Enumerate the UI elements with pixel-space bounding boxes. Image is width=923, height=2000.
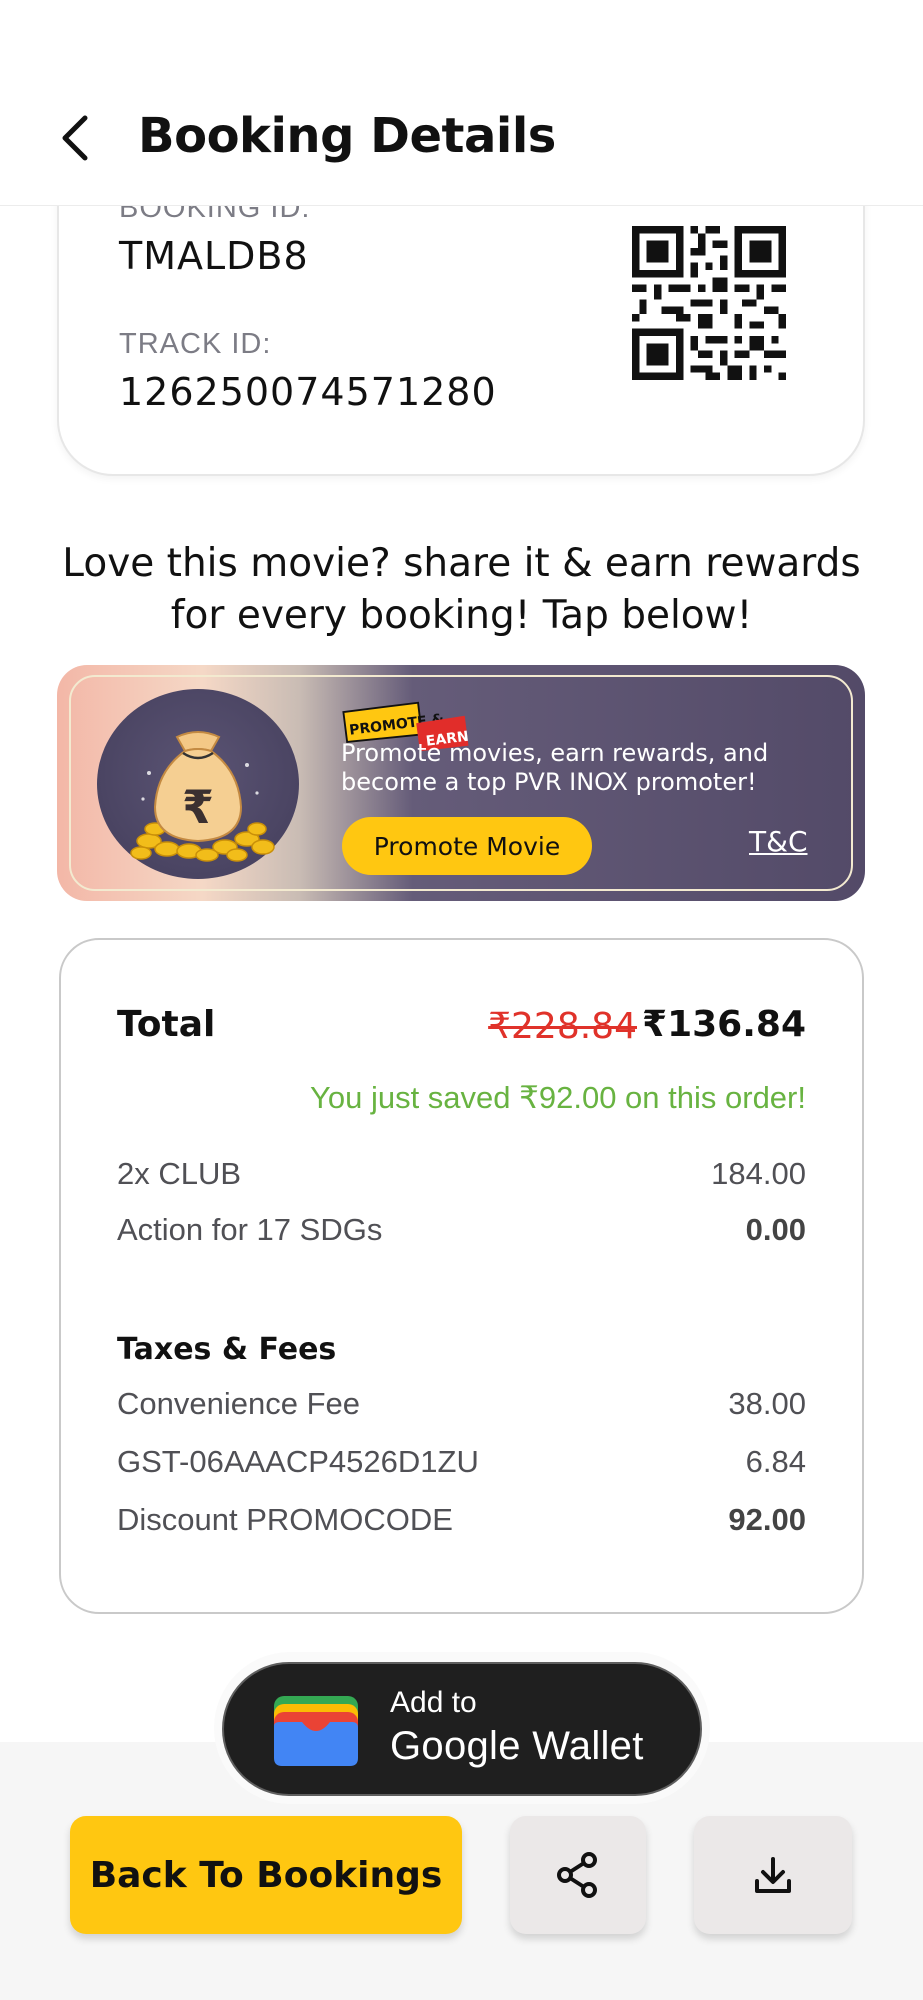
page-title: Booking Details: [138, 108, 556, 164]
fee-label: GST-06AAACP4526D1ZU: [117, 1444, 479, 1479]
terms-link[interactable]: T&C: [749, 825, 808, 858]
add-to-google-wallet-button[interactable]: Add to Google Wallet: [222, 1662, 702, 1796]
wallet-line2: Google Wallet: [390, 1724, 644, 1768]
download-icon: [755, 1857, 791, 1893]
fee-row: Convenience Fee 38.00: [117, 1384, 806, 1424]
share-prompt-text: Love this movie? share it & earn rewards…: [62, 541, 861, 638]
taxes-fees-heading: Taxes & Fees: [117, 1332, 337, 1367]
money-bag-icon: ₹: [97, 689, 299, 879]
line-item: 2x CLUB 184.00: [117, 1154, 806, 1194]
track-id-value: 126250074571280: [119, 370, 497, 414]
line-item-value: 184.00: [711, 1156, 806, 1191]
share-icon: [557, 1852, 597, 1898]
fee-label: Convenience Fee: [117, 1386, 360, 1421]
original-price: ₹228.84: [488, 1006, 637, 1047]
line-item-label: Action for 17 SDGs: [117, 1212, 383, 1247]
track-id-label: TRACK ID:: [119, 328, 272, 360]
share-button[interactable]: [510, 1816, 646, 1934]
total-label: Total: [117, 1004, 216, 1045]
promote-banner[interactable]: ₹ PROMOTE & EARN Promote movies, earn re…: [57, 665, 865, 901]
fee-row: GST-06AAACP4526D1ZU 6.84: [117, 1442, 806, 1482]
line-item-label: 2x CLUB: [117, 1156, 242, 1191]
banner-description: Promote movies, earn rewards, and become…: [341, 739, 769, 796]
back-button[interactable]: [52, 108, 96, 168]
wallet-line1: Add to: [390, 1686, 477, 1719]
line-item-value: 0.00: [745, 1212, 806, 1247]
fee-value: 92.00: [728, 1502, 806, 1537]
booking-id-value: TMALDB8: [119, 234, 309, 278]
savings-text: You just saved ₹92.00 on this order!: [310, 1080, 806, 1115]
google-wallet-icon: [274, 1696, 358, 1766]
fee-value: 38.00: [728, 1386, 806, 1421]
qr-code-icon: [632, 226, 786, 380]
fee-label: Discount PROMOCODE: [117, 1502, 453, 1537]
rupee-symbol: ₹: [182, 780, 214, 834]
fee-value: 6.84: [745, 1444, 806, 1479]
fee-row: Discount PROMOCODE 92.00: [117, 1500, 806, 1540]
final-price: ₹136.84: [642, 1004, 806, 1045]
order-summary-card: Total ₹228.84 ₹136.84 You just saved ₹92…: [59, 938, 864, 1614]
line-item: Action for 17 SDGs 0.00: [117, 1210, 806, 1250]
app-header: Booking Details: [0, 0, 923, 206]
promote-movie-button[interactable]: Promote Movie: [342, 817, 592, 875]
back-to-bookings-button[interactable]: Back To Bookings: [70, 1816, 462, 1934]
download-button[interactable]: [694, 1816, 852, 1934]
chevron-left-icon: [62, 115, 88, 161]
